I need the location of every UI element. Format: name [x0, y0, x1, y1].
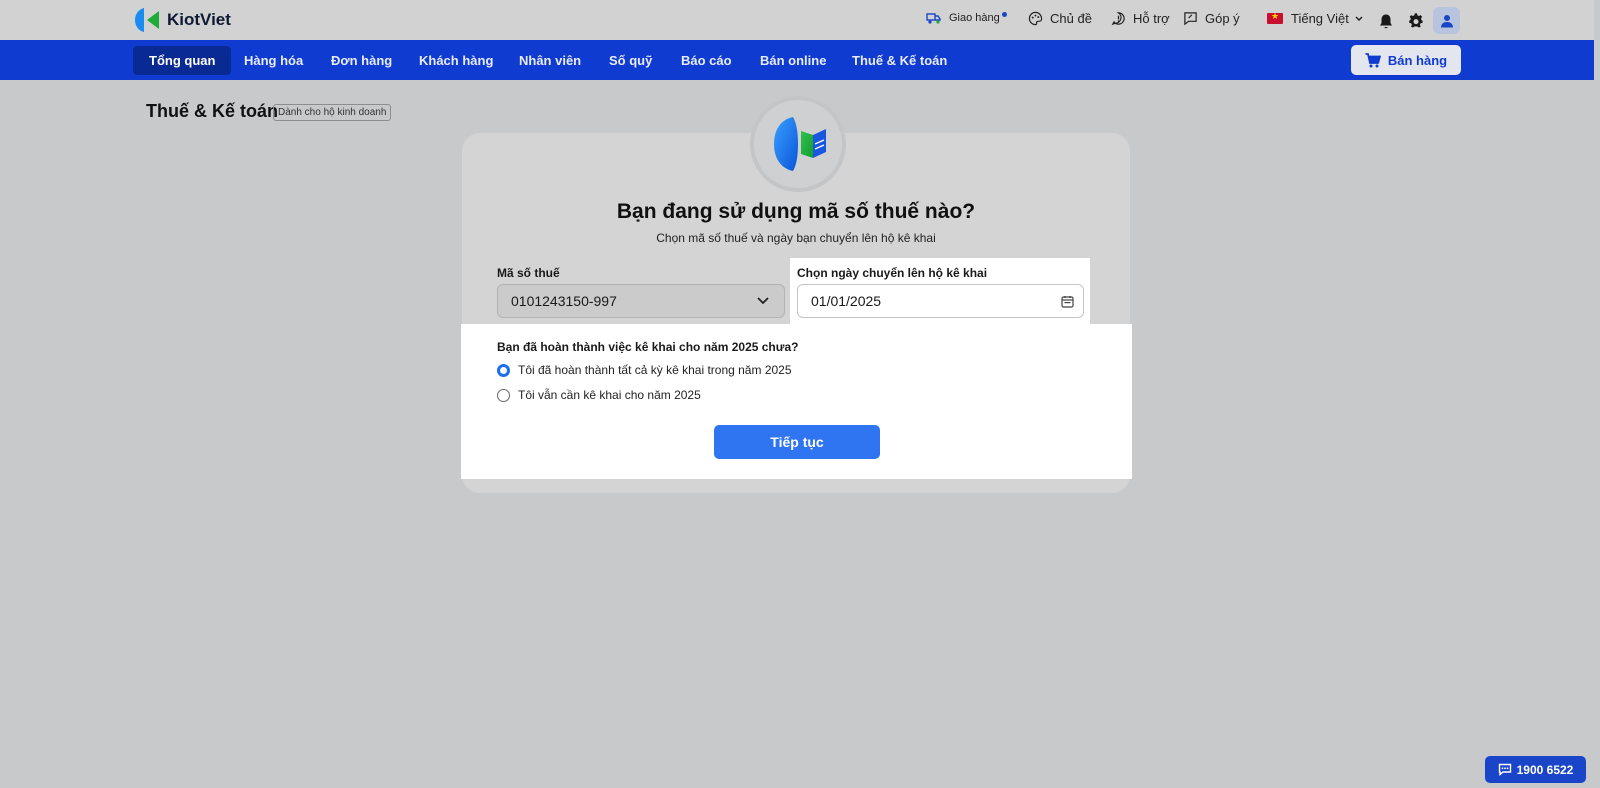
hotline-number: 1900 6522: [1516, 762, 1574, 777]
support-label: Hỗ trợ: [1133, 11, 1170, 26]
top-header: KiotViet Giao hàng Chủ đề Hỗ trợ Góp ý ★…: [0, 0, 1594, 40]
bell-icon: [1380, 14, 1392, 28]
chat-bubble-icon: [1498, 763, 1511, 776]
form-subtitle: Chọn mã số thuế và ngày bạn chuyển lên h…: [656, 231, 936, 245]
delivery-icon: [926, 13, 941, 24]
feedback-icon: [1184, 12, 1197, 26]
switch-date-value: 01/01/2025: [811, 293, 882, 309]
delivery-label: Giao hàng: [949, 12, 1000, 24]
page-scroll-edge: [1594, 0, 1600, 788]
kiotviet-logo-icon: [135, 8, 159, 32]
chevron-down-icon: [757, 297, 769, 305]
nav-item-tax-accounting[interactable]: Thuế & Kế toán: [836, 46, 963, 75]
brand-logo[interactable]: KiotViet: [133, 6, 231, 34]
page-title: Thuế & Kế toán: [146, 101, 279, 121]
support-link[interactable]: Hỗ trợ: [1111, 11, 1170, 26]
tax-code-label: Mã số thuế: [497, 266, 560, 280]
nav-item-reports[interactable]: Báo cáo: [665, 46, 748, 75]
nav-item-orders[interactable]: Đơn hàng: [315, 46, 408, 75]
tax-code-select[interactable]: 0101243150-997: [497, 284, 785, 318]
feedback-label: Góp ý: [1205, 11, 1240, 26]
option-completed-label: Tôi đã hoàn thành tất cả kỳ kê khai tron…: [518, 363, 792, 377]
option-completed[interactable]: Tôi đã hoàn thành tất cả kỳ kê khai tron…: [497, 363, 792, 377]
gear-icon: [1409, 13, 1423, 28]
sell-button-label: Bán hàng: [1387, 52, 1448, 68]
hotline-button[interactable]: 1900 6522: [1485, 756, 1586, 783]
radio-still-need[interactable]: [497, 388, 510, 402]
palette-icon: [1028, 11, 1043, 26]
chevron-down-icon: [1355, 15, 1363, 21]
settings-button[interactable]: [1403, 8, 1429, 34]
language-selector[interactable]: Tiếng Việt: [1267, 11, 1364, 26]
brand-name: KiotViet: [167, 10, 231, 29]
kiotviet-tax-logo-icon: [774, 117, 826, 171]
vietnam-flag-icon: [1267, 11, 1283, 24]
support-chat-icon: [1111, 12, 1125, 26]
calendar-icon[interactable]: [1061, 295, 1074, 308]
cart-icon: [1365, 52, 1381, 67]
delivery-notification-dot: [1002, 12, 1007, 17]
delivery-link[interactable]: Giao hàng: [926, 11, 1000, 25]
option-still-need-label: Tôi vẫn cần kê khai cho năm 2025: [518, 388, 701, 402]
form-title: Bạn đang sử dụng mã số thuế nào?: [616, 200, 976, 223]
option-still-need[interactable]: Tôi vẫn cần kê khai cho năm 2025: [497, 388, 701, 402]
switch-date-label: Chọn ngày chuyển lên hộ kê khai: [797, 266, 988, 280]
radio-completed[interactable]: [497, 363, 510, 377]
nav-item-cashbook[interactable]: Số quỹ: [593, 46, 668, 75]
continue-button[interactable]: Tiếp tục: [714, 425, 880, 459]
tax-code-value: 0101243150-997: [511, 293, 617, 309]
nav-item-products[interactable]: Hàng hóa: [228, 46, 319, 75]
sell-button[interactable]: Bán hàng: [1351, 45, 1461, 75]
main-nav: Tổng quan Hàng hóa Đơn hàng Khách hàng N…: [0, 40, 1594, 80]
theme-link[interactable]: Chủ đề: [1028, 11, 1092, 26]
nav-item-online-sales[interactable]: Bán online: [744, 46, 842, 75]
notification-button[interactable]: [1373, 8, 1399, 34]
user-icon: [1440, 14, 1453, 27]
business-type-badge: Dành cho hộ kinh doanh: [273, 104, 392, 121]
feedback-link[interactable]: Góp ý: [1183, 11, 1240, 26]
nav-item-staff[interactable]: Nhân viên: [503, 46, 597, 75]
tax-logo-badge: [750, 96, 846, 192]
language-label: Tiếng Việt: [1291, 11, 1349, 26]
user-avatar-button[interactable]: [1433, 7, 1460, 34]
declaration-question: Bạn đã hoàn thành việc kê khai cho năm 2…: [497, 340, 799, 354]
nav-item-overview[interactable]: Tổng quan: [133, 46, 232, 75]
nav-item-customers[interactable]: Khách hàng: [403, 46, 509, 75]
switch-date-input[interactable]: 01/01/2025: [797, 284, 1084, 318]
theme-label: Chủ đề: [1050, 11, 1092, 26]
